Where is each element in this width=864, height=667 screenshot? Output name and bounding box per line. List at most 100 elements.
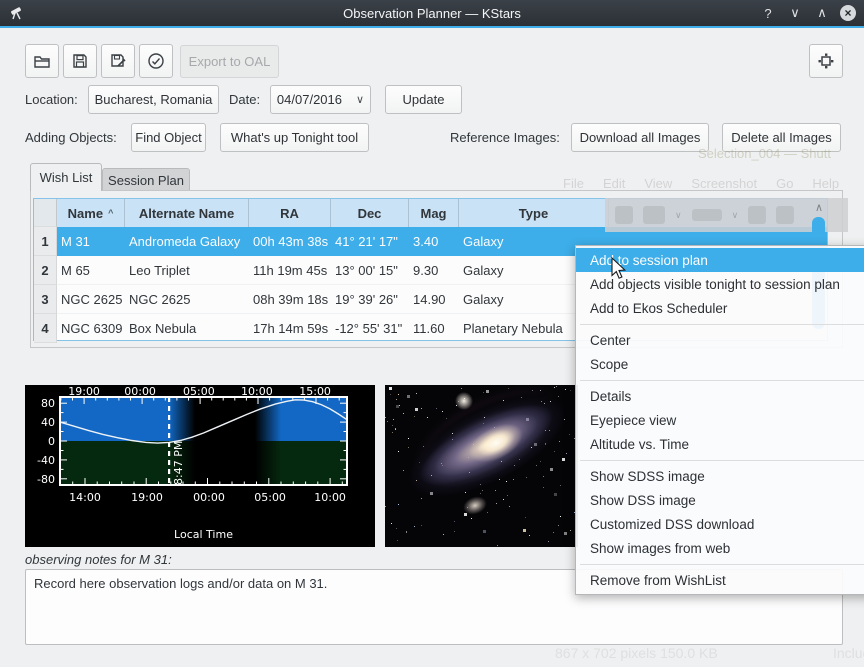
ghost-menu-file: File <box>563 176 584 191</box>
window-title: Observation Planner — KStars <box>0 6 864 21</box>
date-combobox[interactable]: 04/07/2016 ∨ <box>270 85 371 114</box>
context-menu: Add to session planAdd objects visible t… <box>575 245 864 595</box>
svg-text:19:00: 19:00 <box>131 491 163 504</box>
cell-mag: 9.30 <box>409 256 459 285</box>
cell-name: M 65 <box>57 256 125 285</box>
cell-dec: -12° 55' 31" <box>331 314 409 343</box>
menu-item-show-sdss-image[interactable]: Show SDSS image <box>576 464 864 488</box>
svg-text:14:00: 14:00 <box>69 491 101 504</box>
menu-separator <box>576 320 864 328</box>
satellite-galaxy-m32 <box>455 392 473 410</box>
ghost-menu-screenshot: Screenshot <box>691 176 757 191</box>
svg-text:40: 40 <box>41 416 55 429</box>
svg-text:00:00: 00:00 <box>193 491 225 504</box>
scrollbar-up-icon[interactable]: ∧ <box>812 201 826 214</box>
save-as-button[interactable] <box>101 44 135 78</box>
menu-item-show-dss-image[interactable]: Show DSS image <box>576 488 864 512</box>
menu-item-show-images-from-web[interactable]: Show images from web <box>576 536 864 560</box>
whats-up-tonight-button[interactable]: What's up Tonight tool <box>220 123 369 152</box>
column-header-ra[interactable]: RA <box>249 199 331 227</box>
export-to-oal-button[interactable]: Export to OAL <box>180 45 279 78</box>
cell-alternate-name: NGC 2625 <box>125 285 249 314</box>
download-all-images-button[interactable]: Download all Images <box>571 123 709 152</box>
date-value: 04/07/2016 <box>277 92 342 107</box>
menu-item-scope[interactable]: Scope <box>576 352 864 376</box>
reference-image-m31[interactable] <box>385 385 578 547</box>
cell-dec: 41° 21' 17" <box>331 227 409 256</box>
location-value-button[interactable]: Bucharest, Romania <box>88 85 219 114</box>
column-header-name[interactable]: Name^ <box>57 199 125 227</box>
row-number: 1 <box>34 227 57 256</box>
ghost-status-right: Include <box>833 645 864 661</box>
observing-notes-label: observing notes for M 31: <box>25 552 172 567</box>
menu-item-add-to-ekos-scheduler[interactable]: Add to Ekos Scheduler <box>576 296 864 320</box>
column-header-alternate-name[interactable]: Alternate Name <box>125 199 249 227</box>
column-header-dec[interactable]: Dec <box>331 199 409 227</box>
ghost-menubar: File Edit View Screenshot Go Help <box>563 176 839 191</box>
tab-wish-list[interactable]: Wish List <box>30 163 102 191</box>
mouse-cursor <box>607 256 629 280</box>
open-list-button[interactable] <box>25 44 59 78</box>
accent-line <box>0 26 864 28</box>
ghost-menu-edit: Edit <box>603 176 625 191</box>
menu-item-remove-from-wishlist[interactable]: Remove from WishList <box>576 568 864 592</box>
ghost-menu-help: Help <box>812 176 839 191</box>
check-circle-icon <box>147 52 165 70</box>
maximize-button[interactable]: ∧ <box>813 4 831 22</box>
position-chip-icon <box>817 52 835 70</box>
menu-separator <box>576 376 864 384</box>
find-object-button[interactable]: Find Object <box>131 123 206 152</box>
close-button[interactable]: × <box>840 5 856 21</box>
cell-alternate-name: Leo Triplet <box>125 256 249 285</box>
minimize-button[interactable]: ∨ <box>786 4 804 22</box>
help-button[interactable]: ? <box>759 4 777 22</box>
menu-item-customized-dss-download[interactable]: Customized DSS download <box>576 512 864 536</box>
chevron-down-icon: ∨ <box>356 93 364 106</box>
date-label: Date: <box>229 85 260 114</box>
cell-mag: 3.40 <box>409 227 459 256</box>
menu-item-altitude-vs-time[interactable]: Altitude vs. Time <box>576 432 864 456</box>
observation-planner-window: Observation Planner — KStars ? ∨ ∧ × <box>0 0 864 667</box>
save-button[interactable] <box>63 44 97 78</box>
location-button[interactable] <box>809 44 843 78</box>
cell-ra: 11h 19m 45s <box>249 256 331 285</box>
svg-text:Local Time: Local Time <box>174 528 233 541</box>
cell-ra: 08h 39m 18s <box>249 285 331 314</box>
reference-images-label: Reference Images: <box>450 123 560 152</box>
menu-item-center[interactable]: Center <box>576 328 864 352</box>
ghost-status-left: 867 x 702 pixels 150.0 KB <box>555 645 718 661</box>
svg-text:05:00: 05:00 <box>254 491 286 504</box>
tab-session-plan[interactable]: Session Plan <box>102 168 190 191</box>
svg-text:-80: -80 <box>37 473 55 486</box>
cell-dec: 19° 39' 26" <box>331 285 409 314</box>
open-folder-icon <box>33 52 51 70</box>
cell-dec: 13° 00' 15" <box>331 256 409 285</box>
starfield <box>385 385 386 386</box>
svg-text:80: 80 <box>41 397 55 410</box>
cell-name: NGC 2625 <box>57 285 125 314</box>
column-header-type[interactable]: Type <box>459 199 609 227</box>
adding-objects-label: Adding Objects: <box>25 123 117 152</box>
header-row-number <box>34 199 57 227</box>
cell-name: NGC 6309 <box>57 314 125 343</box>
column-header-mag[interactable]: Mag <box>409 199 459 227</box>
cell-ra: 17h 14m 59s <box>249 314 331 343</box>
row-number: 4 <box>34 314 57 343</box>
save-icon <box>71 52 89 70</box>
ghost-menu-go: Go <box>776 176 793 191</box>
update-button[interactable]: Update <box>385 85 462 114</box>
execute-session-button[interactable] <box>139 44 173 78</box>
cell-mag: 11.60 <box>409 314 459 343</box>
menu-item-details[interactable]: Details <box>576 384 864 408</box>
cell-alternate-name: Box Nebula <box>125 314 249 343</box>
ghost-menu-view: View <box>644 176 672 191</box>
titlebar[interactable]: Observation Planner — KStars ? ∨ ∧ × <box>0 0 864 26</box>
menu-item-eyepiece-view[interactable]: Eyepiece view <box>576 408 864 432</box>
svg-text:10:00: 10:00 <box>314 491 346 504</box>
altitude-plot-canvas: 19:0000:0005:0010:0015:0014:0019:0000:00… <box>25 385 375 547</box>
delete-all-images-button[interactable]: Delete all Images <box>722 123 841 152</box>
cell-mag: 14.90 <box>409 285 459 314</box>
cell-ra: 00h 43m 38s <box>249 227 331 256</box>
svg-text:0: 0 <box>48 435 55 448</box>
svg-text:-40: -40 <box>37 454 55 467</box>
